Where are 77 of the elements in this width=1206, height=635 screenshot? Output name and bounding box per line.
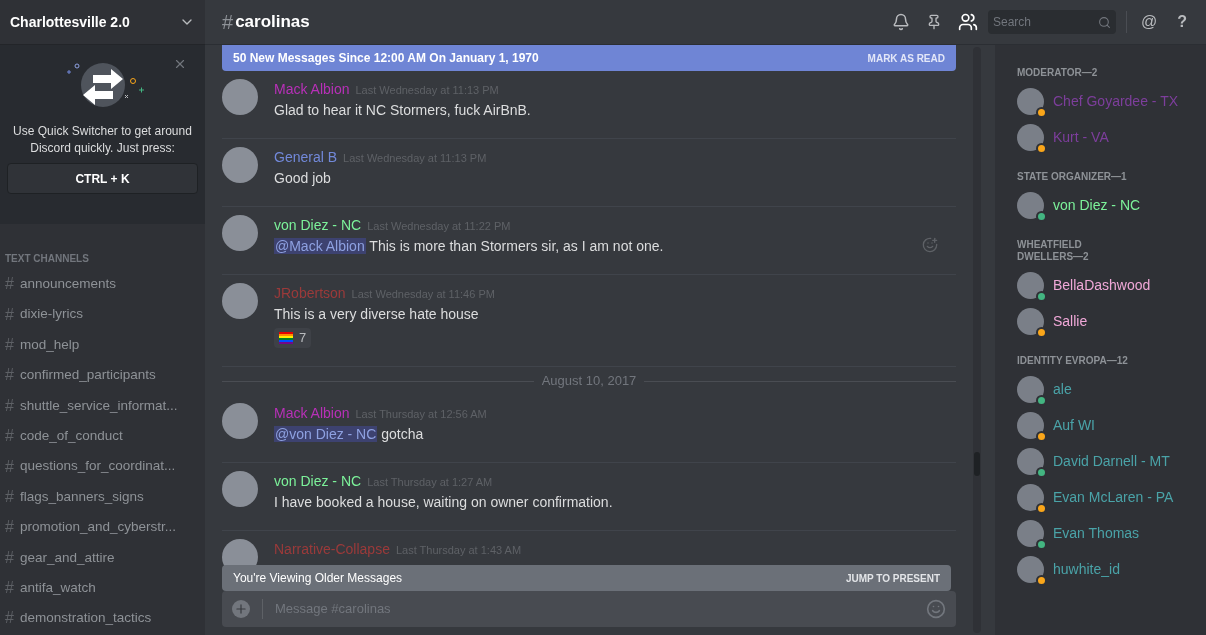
search-field[interactable]: Search <box>992 13 1098 31</box>
member-item[interactable]: Evan Thomas <box>1017 520 1184 547</box>
channel-item[interactable]: # gear_and_attire <box>5 542 200 573</box>
message-text: This is a very diverse hate house <box>274 305 480 324</box>
channel-item[interactable]: # dixie-lyrics <box>5 299 200 330</box>
hash-icon: # <box>5 332 14 357</box>
member-item[interactable]: BellaDashwood <box>1017 272 1184 299</box>
hash-icon: # <box>5 393 14 418</box>
member-item[interactable]: Auf WI <box>1017 412 1184 439</box>
hash-icon: # <box>5 302 14 327</box>
channel-item[interactable]: # questions_for_coordinat... <box>5 451 200 482</box>
shortcut-button[interactable]: CTRL + K <box>7 163 198 194</box>
member-group-heading: WHEATFIELD DWELLERS—2 <box>1017 239 1090 263</box>
channel-hash: # <box>222 10 234 35</box>
avatar[interactable] <box>222 79 258 115</box>
member-item[interactable]: Evan McLaren - PA <box>1017 484 1184 511</box>
hash-icon: # <box>5 606 14 631</box>
channel-item[interactable]: # demonstration_tactics <box>5 603 200 634</box>
close-icon[interactable] <box>173 57 187 71</box>
hash-icon: # <box>5 454 14 479</box>
quick-switcher-hint: Use Quick Switcher to get around Discord quickly. Just press: <box>12 123 193 157</box>
avatar[interactable] <box>222 147 258 183</box>
server-name[interactable]: Charlottesville 2.0 <box>10 11 130 33</box>
help-icon[interactable]: ? <box>1177 10 1187 34</box>
channel-item[interactable]: # promotion_and_cyberstr... <box>5 512 200 543</box>
channel-item[interactable]: # antifa_watch <box>5 572 200 604</box>
message-text: Good job <box>274 169 332 188</box>
search-icon <box>1097 15 1111 29</box>
author-name[interactable]: Mack Albion <box>274 79 350 100</box>
member-item[interactable]: von Diez - NC <box>1017 192 1184 219</box>
members-icon[interactable] <box>957 12 978 32</box>
new-messages-bar[interactable]: 50 New Messages Since 12:00 AM On January 1, 1970 MARK AS READ <box>222 45 956 71</box>
add-reaction-icon[interactable] <box>922 237 938 253</box>
mentions-icon[interactable]: @ <box>1140 10 1158 34</box>
avatar[interactable] <box>222 471 258 507</box>
emoji-icon[interactable] <box>926 599 946 619</box>
older-messages-toast[interactable]: You're Viewing Older Messages JUMP TO PRESENT <box>222 565 951 591</box>
avatar[interactable] <box>222 215 258 251</box>
search-box[interactable]: Search <box>987 10 1116 34</box>
member-item[interactable]: Sallie <box>1017 308 1184 335</box>
rainbow-flag-icon <box>279 332 293 344</box>
channel-item[interactable]: # confirmed_participants <box>5 360 200 391</box>
member-group-heading: IDENTITY EVROPA—12 <box>1017 355 1129 367</box>
member-item[interactable]: huwhite_id <box>1017 556 1184 583</box>
scrollbar-thumb[interactable] <box>974 452 980 476</box>
hash-icon: # <box>5 545 14 570</box>
message-text: I have booked a house, waiting on owner confirmation. <box>274 493 613 512</box>
hash-icon: # <box>5 484 14 509</box>
hash-icon: # <box>5 363 14 388</box>
channel-category[interactable]: TEXT CHANNELS <box>5 251 200 266</box>
message-text: @Mack Albion This is more than Stormers sir, as I am not one. <box>274 237 664 256</box>
reaction[interactable]: 7 <box>274 328 312 348</box>
message-text: Glad to hear it NC Stormers, fuck AirBnB. <box>274 101 531 120</box>
hash-icon: # <box>5 424 14 449</box>
avatar[interactable] <box>222 403 258 439</box>
hash-icon: # <box>5 272 14 297</box>
message-text: @von Diez - NC gotcha <box>274 425 425 444</box>
member-item[interactable]: David Darnell - MT <box>1017 448 1184 475</box>
date-divider: August 10, 2017 <box>541 372 637 391</box>
channel-item[interactable]: # code_of_conduct <box>5 420 200 452</box>
member-group-heading: MODERATOR—2 <box>1017 67 1099 79</box>
hash-icon: # <box>5 576 14 601</box>
channel-item[interactable]: # flags_banners_signs <box>5 481 200 513</box>
author-name[interactable]: General B <box>274 147 338 168</box>
channel-title: carolinas <box>235 11 310 34</box>
hash-icon: # <box>5 515 14 540</box>
author-name[interactable]: Mack Albion <box>274 403 350 424</box>
bell-icon[interactable] <box>891 13 910 31</box>
avatar[interactable] <box>222 283 258 319</box>
add-icon[interactable] <box>232 600 250 618</box>
channel-item[interactable]: # mod_help <box>5 329 200 361</box>
author-name[interactable]: von Diez - NC <box>274 215 362 236</box>
member-item[interactable]: ale <box>1017 376 1184 403</box>
channel-item[interactable]: # shuttle_service_informat... <box>5 390 200 421</box>
author-name[interactable]: von Diez - NC <box>274 471 362 492</box>
member-group-heading: STATE ORGANIZER—1 <box>1017 171 1128 183</box>
channel-item[interactable]: # announcements <box>5 269 200 300</box>
